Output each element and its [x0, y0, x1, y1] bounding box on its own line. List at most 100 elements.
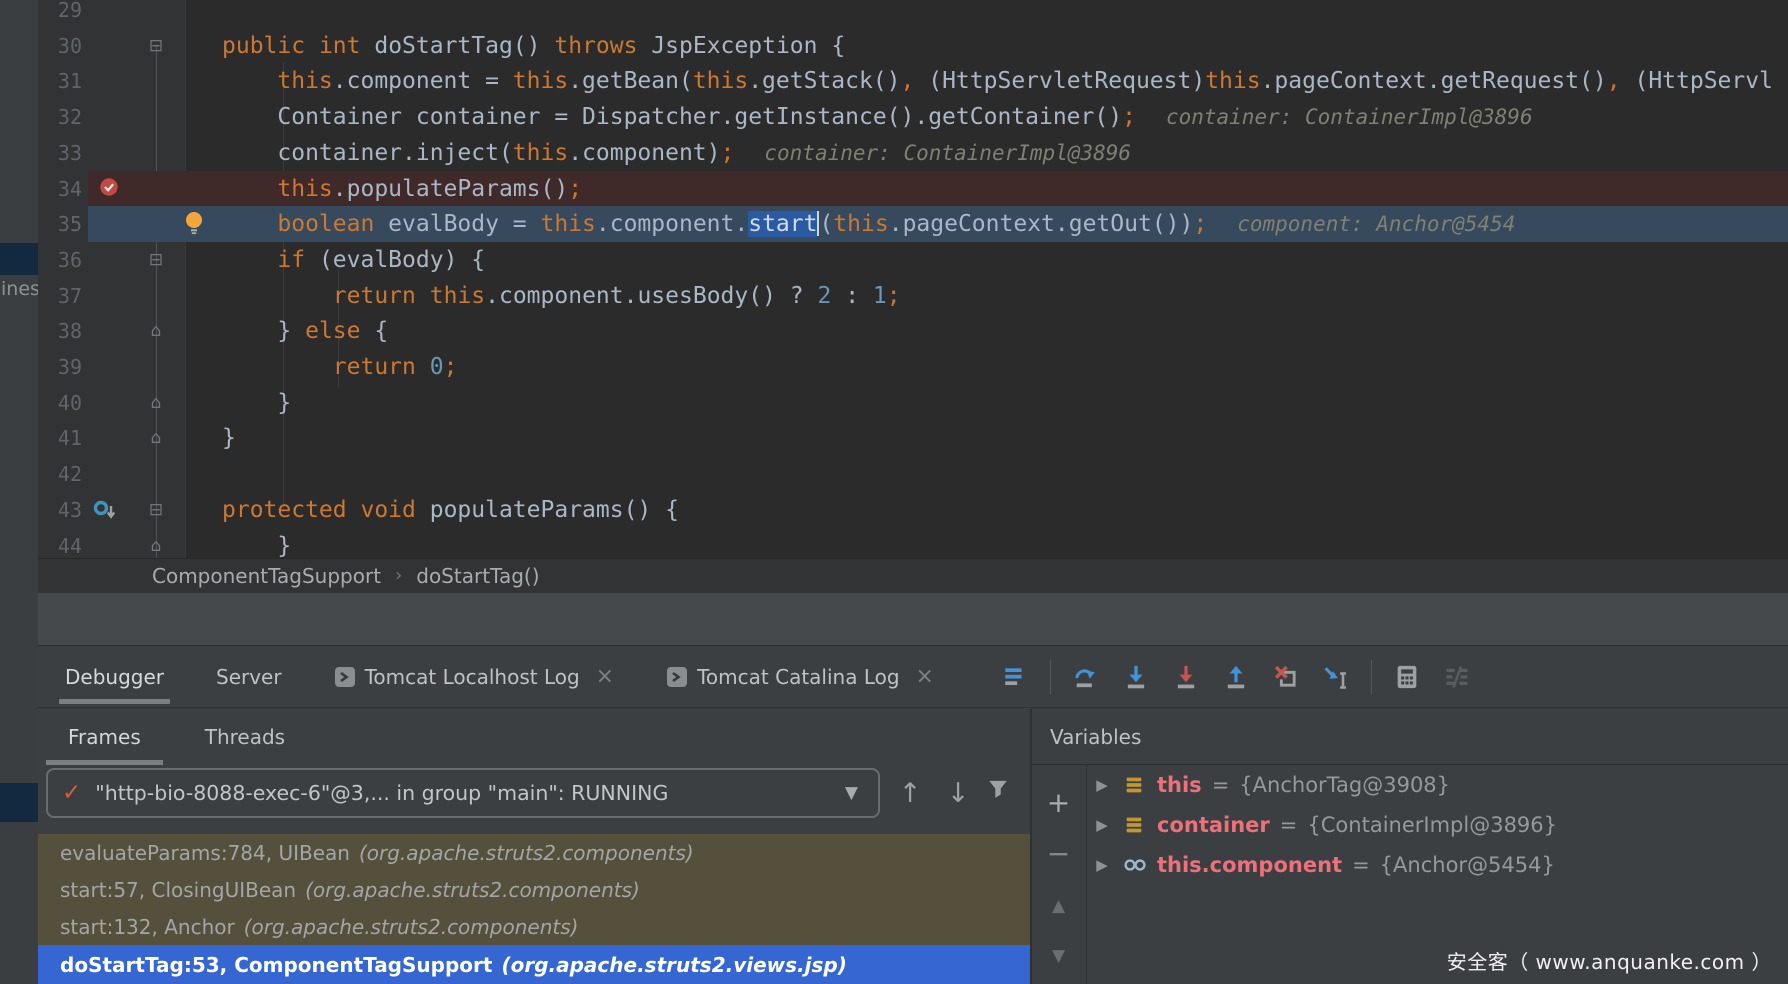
frame-up-button[interactable]: ↑ — [890, 773, 930, 813]
line-number: 38 — [46, 313, 82, 349]
line-number: 29 — [46, 0, 82, 28]
move-down-button[interactable]: ▼ — [1032, 936, 1085, 976]
code-line-29[interactable]: 29 — [38, 0, 1788, 28]
tool-tab-debugger[interactable]: Debugger — [65, 646, 164, 707]
tool-tab-tomcat-localhost-log[interactable]: Tomcat Localhost Log× — [334, 646, 615, 707]
tab-label: Threads — [205, 725, 285, 749]
debug-tool-window: Debugger Server Tomcat Localhost Log× Tomca… — [38, 645, 1788, 984]
code-token — [305, 33, 319, 59]
code-token: .pageContext.getOut()) — [889, 211, 1194, 237]
frame-down-button[interactable]: ↓ — [938, 773, 978, 813]
code-token: ; — [1122, 104, 1136, 130]
override-method-icon[interactable] — [92, 498, 118, 522]
step-into-icon[interactable] — [1122, 663, 1150, 691]
toolbar-separator — [1050, 660, 1051, 694]
code-line-39[interactable]: 39return 0; — [38, 349, 1788, 385]
variable-value: {Anchor@5454} — [1380, 853, 1555, 877]
code-line-31[interactable]: 31this.component = this.getBean(this.get… — [38, 63, 1788, 99]
close-icon[interactable]: × — [916, 667, 934, 687]
variable-row[interactable]: ▶this.component={Anchor@5454} — [1086, 845, 1788, 885]
code-line-33[interactable]: 33container.inject(this.component);conta… — [38, 135, 1788, 171]
tool-tab-server[interactable]: Server — [216, 646, 282, 707]
code-line-44[interactable]: 44⌂} — [38, 528, 1788, 559]
variable-row[interactable]: ▶container={ContainerImpl@3896} — [1086, 805, 1788, 845]
filter-icon[interactable] — [986, 777, 1010, 801]
code-token: .component.usesBody() ? — [485, 283, 817, 309]
code-line-30[interactable]: 30⊟public int doStartTag() throws JspExc… — [38, 28, 1788, 64]
expand-arrow-icon[interactable]: ▶ — [1089, 816, 1115, 834]
trace-stream-icon[interactable] — [1443, 663, 1471, 691]
tab-frames[interactable]: Frames — [68, 709, 141, 765]
code-token: else — [305, 318, 360, 344]
code-editor[interactable]: 2930⊟public int doStartTag() throws JspE… — [38, 0, 1788, 558]
code-line-36[interactable]: 36⊟if (evalBody) { — [38, 242, 1788, 278]
stack-frame-row[interactable]: doStartTag:53, ComponentTagSupport(org.a… — [38, 945, 1030, 984]
force-step-into-icon[interactable] — [1172, 663, 1200, 691]
line-number: 42 — [46, 456, 82, 492]
fold-open-marker[interactable]: ⊟ — [143, 492, 169, 528]
close-icon[interactable]: × — [596, 667, 614, 687]
remove-button[interactable]: − — [1032, 834, 1085, 874]
stack-frame-row[interactable]: start:132, Anchor(org.apache.struts2.com… — [38, 908, 1030, 945]
line-number: 36 — [46, 242, 82, 278]
code-line-34[interactable]: 34this.populateParams(); — [38, 171, 1788, 207]
line-number: 35 — [46, 206, 82, 242]
code-token: ; — [887, 283, 901, 309]
expand-arrow-icon[interactable]: ▶ — [1089, 776, 1115, 794]
expand-arrow-icon[interactable]: ▶ — [1089, 856, 1115, 874]
stack-frame-row[interactable]: start:57, ClosingUIBean(org.apache.strut… — [38, 871, 1030, 908]
line-number: 43 — [46, 492, 82, 528]
code-token: throws — [554, 33, 637, 59]
thread-dropdown[interactable]: ✓ "http-bio-8088-exec-6"@3,... in group … — [46, 768, 880, 818]
tab-threads[interactable]: Threads — [205, 709, 285, 765]
watch-icon — [1123, 853, 1147, 877]
variable-row[interactable]: ▶this={AnchorTag@3908} — [1086, 765, 1788, 805]
stack-frame-row[interactable]: evaluateParams:784, UIBean(org.apache.st… — [38, 834, 1030, 871]
code-token: .component) — [568, 140, 720, 166]
code-line-40[interactable]: 40⌂} — [38, 385, 1788, 421]
run-to-cursor-icon[interactable] — [1322, 663, 1350, 691]
debugger-toolbar — [990, 646, 1482, 708]
show-execution-point-icon[interactable] — [1001, 663, 1029, 691]
code-token: (evalBody) { — [305, 247, 485, 273]
breadcrumb-method[interactable]: doStartTag() — [416, 564, 539, 588]
fold-close-marker[interactable]: ⌂ — [143, 385, 169, 421]
code-token: .component. — [596, 211, 748, 237]
add-button[interactable]: + — [1032, 783, 1085, 823]
code-line-43[interactable]: 43⊟protected void populateParams() { — [38, 492, 1788, 528]
code-line-32[interactable]: 32Container container = Dispatcher.getIn… — [38, 99, 1788, 135]
breadcrumb-class[interactable]: ComponentTagSupport — [152, 564, 381, 588]
editor-toolwindow-splitter[interactable] — [38, 592, 1788, 646]
code-line-41[interactable]: 41⌂} — [38, 420, 1788, 456]
code-token: { — [360, 318, 388, 344]
console-icon — [334, 666, 356, 688]
code-line-37[interactable]: 37return this.component.usesBody() ? 2 :… — [38, 278, 1788, 314]
fold-open-marker[interactable]: ⊟ — [143, 28, 169, 64]
code-line-38[interactable]: 38⌂} else { — [38, 313, 1788, 349]
fold-open-marker[interactable]: ⊟ — [143, 242, 169, 278]
evaluate-expression-icon[interactable] — [1393, 663, 1421, 691]
code-line-42[interactable]: 42 — [38, 456, 1788, 492]
fold-close-marker[interactable]: ⌂ — [143, 528, 169, 559]
code-token: , — [1607, 68, 1635, 94]
code-token: this — [513, 68, 568, 94]
code-line-35[interactable]: 35boolean evalBody = this.component.star… — [38, 206, 1788, 242]
line-number: 40 — [46, 385, 82, 421]
code-token: this — [541, 211, 596, 237]
fold-close-marker[interactable]: ⌂ — [143, 420, 169, 456]
variable-name: this — [1157, 773, 1202, 797]
move-up-button[interactable]: ▲ — [1032, 886, 1085, 926]
tool-tab-tomcat-catalina-log[interactable]: Tomcat Catalina Log× — [666, 646, 934, 707]
code-token: .populateParams() — [333, 176, 568, 202]
code-token: return — [333, 283, 416, 309]
code-token: Container container = Dispatcher.getInst… — [277, 104, 1122, 130]
variable-value: {AnchorTag@3908} — [1239, 773, 1450, 797]
line-number: 30 — [46, 28, 82, 64]
debugger-inline-hint: container: ContainerImpl@3896 — [1166, 105, 1533, 129]
drop-frame-icon[interactable] — [1272, 663, 1300, 691]
step-out-icon[interactable] — [1222, 663, 1250, 691]
fold-close-marker[interactable]: ⌂ — [143, 313, 169, 349]
step-over-icon[interactable] — [1072, 663, 1100, 691]
intention-bulb-icon[interactable] — [182, 210, 206, 236]
breakpoint-icon[interactable] — [98, 176, 120, 198]
